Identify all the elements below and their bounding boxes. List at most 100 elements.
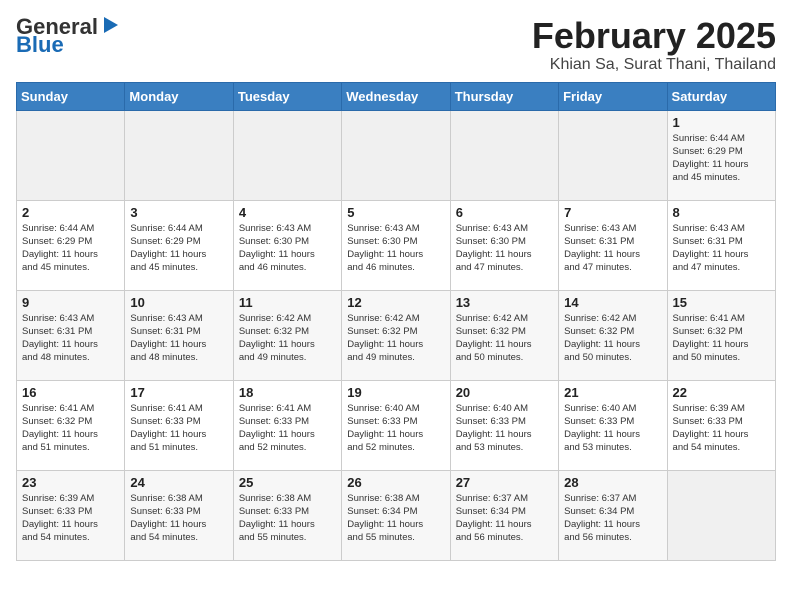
day-info: Sunrise: 6:42 AM Sunset: 6:32 PM Dayligh…	[347, 312, 444, 365]
calendar-body: 1 Sunrise: 6:44 AM Sunset: 6:29 PM Daylig…	[17, 110, 776, 560]
calendar-cell	[233, 110, 341, 200]
calendar-cell: 7 Sunrise: 6:43 AM Sunset: 6:31 PM Daylig…	[559, 200, 667, 290]
day-info: Sunrise: 6:43 AM Sunset: 6:31 PM Dayligh…	[673, 222, 770, 275]
calendar-cell: 13 Sunrise: 6:42 AM Sunset: 6:32 PM Dayli…	[450, 290, 558, 380]
day-number: 11	[239, 295, 336, 310]
day-info: Sunrise: 6:39 AM Sunset: 6:33 PM Dayligh…	[673, 402, 770, 455]
day-info: Sunrise: 6:38 AM Sunset: 6:33 PM Dayligh…	[239, 492, 336, 545]
day-number: 22	[673, 385, 770, 400]
day-info: Sunrise: 6:44 AM Sunset: 6:29 PM Dayligh…	[673, 132, 770, 185]
day-number: 12	[347, 295, 444, 310]
day-number: 2	[22, 205, 119, 220]
weekday-header-thursday: Thursday	[450, 82, 558, 110]
calendar-week-3: 16 Sunrise: 6:41 AM Sunset: 6:32 PM Dayli…	[17, 380, 776, 470]
day-number: 5	[347, 205, 444, 220]
day-number: 9	[22, 295, 119, 310]
day-info: Sunrise: 6:43 AM Sunset: 6:31 PM Dayligh…	[130, 312, 227, 365]
page-header: General Blue February 2025 Khian Sa, Sur…	[16, 16, 776, 74]
calendar-cell: 3Sunrise: 6:44 AM Sunset: 6:29 PM Daylig…	[125, 200, 233, 290]
day-number: 1	[673, 115, 770, 130]
day-info: Sunrise: 6:40 AM Sunset: 6:33 PM Dayligh…	[564, 402, 661, 455]
day-number: 16	[22, 385, 119, 400]
day-number: 14	[564, 295, 661, 310]
day-number: 4	[239, 205, 336, 220]
day-info: Sunrise: 6:43 AM Sunset: 6:30 PM Dayligh…	[347, 222, 444, 275]
day-info: Sunrise: 6:40 AM Sunset: 6:33 PM Dayligh…	[347, 402, 444, 455]
day-info: Sunrise: 6:39 AM Sunset: 6:33 PM Dayligh…	[22, 492, 119, 545]
day-number: 13	[456, 295, 553, 310]
day-number: 26	[347, 475, 444, 490]
day-number: 7	[564, 205, 661, 220]
day-info: Sunrise: 6:42 AM Sunset: 6:32 PM Dayligh…	[564, 312, 661, 365]
day-info: Sunrise: 6:38 AM Sunset: 6:34 PM Dayligh…	[347, 492, 444, 545]
day-number: 8	[673, 205, 770, 220]
weekday-header-sunday: Sunday	[17, 82, 125, 110]
calendar-cell: 8 Sunrise: 6:43 AM Sunset: 6:31 PM Daylig…	[667, 200, 775, 290]
day-info: Sunrise: 6:42 AM Sunset: 6:32 PM Dayligh…	[456, 312, 553, 365]
calendar-cell: 25 Sunrise: 6:38 AM Sunset: 6:33 PM Dayli…	[233, 470, 341, 560]
day-number: 15	[673, 295, 770, 310]
day-number: 6	[456, 205, 553, 220]
day-info: Sunrise: 6:37 AM Sunset: 6:34 PM Dayligh…	[456, 492, 553, 545]
day-number: 10	[130, 295, 227, 310]
calendar-cell: 12 Sunrise: 6:42 AM Sunset: 6:32 PM Dayli…	[342, 290, 450, 380]
calendar-cell: 15 Sunrise: 6:41 AM Sunset: 6:32 PM Dayli…	[667, 290, 775, 380]
calendar-week-1: 2 Sunrise: 6:44 AM Sunset: 6:29 PM Daylig…	[17, 200, 776, 290]
calendar-cell	[342, 110, 450, 200]
calendar-cell	[667, 470, 775, 560]
day-number: 20	[456, 385, 553, 400]
day-info: Sunrise: 6:41 AM Sunset: 6:33 PM Dayligh…	[130, 402, 227, 455]
day-info: Sunrise: 6:41 AM Sunset: 6:32 PM Dayligh…	[22, 402, 119, 455]
calendar-cell: 1 Sunrise: 6:44 AM Sunset: 6:29 PM Daylig…	[667, 110, 775, 200]
month-title: February 2025	[532, 16, 776, 56]
weekday-header-tuesday: Tuesday	[233, 82, 341, 110]
day-info: Sunrise: 6:43 AM Sunset: 6:31 PM Dayligh…	[22, 312, 119, 365]
calendar-cell	[559, 110, 667, 200]
day-number: 21	[564, 385, 661, 400]
day-number: 24	[130, 475, 227, 490]
calendar-cell: 10 Sunrise: 6:43 AM Sunset: 6:31 PM Dayli…	[125, 290, 233, 380]
calendar-cell: 19 Sunrise: 6:40 AM Sunset: 6:33 PM Dayli…	[342, 380, 450, 470]
calendar-cell: 2 Sunrise: 6:44 AM Sunset: 6:29 PM Daylig…	[17, 200, 125, 290]
day-number: 25	[239, 475, 336, 490]
day-number: 23	[22, 475, 119, 490]
calendar-cell: 24Sunrise: 6:38 AM Sunset: 6:33 PM Dayli…	[125, 470, 233, 560]
calendar-cell: 4 Sunrise: 6:43 AM Sunset: 6:30 PM Daylig…	[233, 200, 341, 290]
day-info: Sunrise: 6:41 AM Sunset: 6:33 PM Dayligh…	[239, 402, 336, 455]
location-title: Khian Sa, Surat Thani, Thailand	[532, 56, 776, 74]
day-info: Sunrise: 6:44 AM Sunset: 6:29 PM Dayligh…	[22, 222, 119, 275]
logo-icon	[100, 15, 122, 37]
calendar-cell: 22 Sunrise: 6:39 AM Sunset: 6:33 PM Dayli…	[667, 380, 775, 470]
calendar-cell: 20 Sunrise: 6:40 AM Sunset: 6:33 PM Dayli…	[450, 380, 558, 470]
logo-blue-text: Blue	[16, 34, 64, 56]
day-number: 3	[130, 205, 227, 220]
day-info: Sunrise: 6:40 AM Sunset: 6:33 PM Dayligh…	[456, 402, 553, 455]
calendar-cell: 23 Sunrise: 6:39 AM Sunset: 6:33 PM Dayli…	[17, 470, 125, 560]
calendar-cell: 28Sunrise: 6:37 AM Sunset: 6:34 PM Dayli…	[559, 470, 667, 560]
calendar-cell	[125, 110, 233, 200]
calendar-cell: 16 Sunrise: 6:41 AM Sunset: 6:32 PM Dayli…	[17, 380, 125, 470]
day-info: Sunrise: 6:41 AM Sunset: 6:32 PM Dayligh…	[673, 312, 770, 365]
day-info: Sunrise: 6:37 AM Sunset: 6:34 PM Dayligh…	[564, 492, 661, 545]
day-info: Sunrise: 6:43 AM Sunset: 6:31 PM Dayligh…	[564, 222, 661, 275]
calendar-week-0: 1 Sunrise: 6:44 AM Sunset: 6:29 PM Daylig…	[17, 110, 776, 200]
calendar-cell: 6 Sunrise: 6:43 AM Sunset: 6:30 PM Daylig…	[450, 200, 558, 290]
day-info: Sunrise: 6:43 AM Sunset: 6:30 PM Dayligh…	[239, 222, 336, 275]
calendar-week-4: 23 Sunrise: 6:39 AM Sunset: 6:33 PM Dayli…	[17, 470, 776, 560]
weekday-row: SundayMondayTuesdayWednesdayThursdayFrid…	[17, 82, 776, 110]
calendar-cell	[17, 110, 125, 200]
day-info: Sunrise: 6:43 AM Sunset: 6:30 PM Dayligh…	[456, 222, 553, 275]
logo: General Blue	[16, 16, 122, 56]
calendar-cell	[450, 110, 558, 200]
title-block: February 2025 Khian Sa, Surat Thani, Tha…	[532, 16, 776, 74]
calendar-table: SundayMondayTuesdayWednesdayThursdayFrid…	[16, 82, 776, 561]
day-number: 19	[347, 385, 444, 400]
calendar-header: SundayMondayTuesdayWednesdayThursdayFrid…	[17, 82, 776, 110]
weekday-header-friday: Friday	[559, 82, 667, 110]
day-number: 18	[239, 385, 336, 400]
calendar-cell: 21 Sunrise: 6:40 AM Sunset: 6:33 PM Dayli…	[559, 380, 667, 470]
calendar-cell: 9 Sunrise: 6:43 AM Sunset: 6:31 PM Daylig…	[17, 290, 125, 380]
day-number: 27	[456, 475, 553, 490]
calendar-cell: 18 Sunrise: 6:41 AM Sunset: 6:33 PM Dayli…	[233, 380, 341, 470]
day-number: 17	[130, 385, 227, 400]
